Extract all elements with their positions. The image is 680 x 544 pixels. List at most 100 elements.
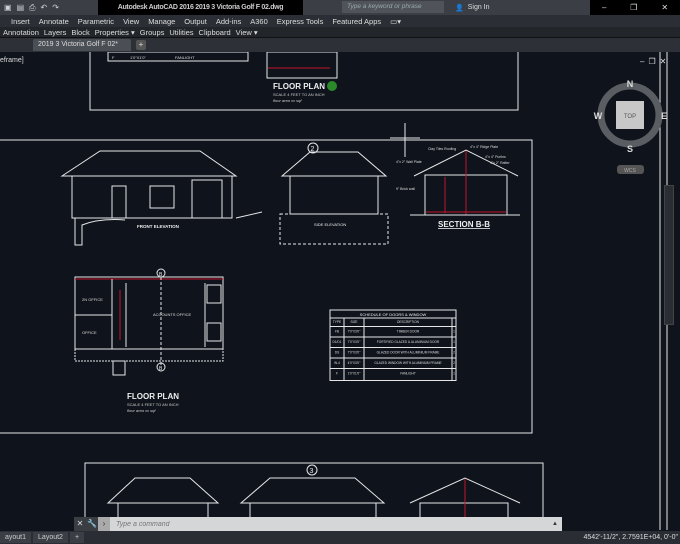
schedule-cell: W-4 [334, 361, 340, 365]
tab-view[interactable]: View [123, 17, 139, 26]
panel-block[interactable]: Block [71, 28, 89, 37]
viewport-label[interactable]: eframe] [0, 57, 24, 64]
new-icon[interactable]: ▣ [4, 3, 12, 13]
drawing-canvas[interactable]: F 1'0"X1'0" FANLIGHT FLOOR PLAN SCALE 4 … [0, 52, 680, 530]
svg-text:Clay Tiles Roofing: Clay Tiles Roofing [428, 147, 456, 151]
tab-parametric[interactable]: Parametric [78, 17, 114, 26]
tab-add-ins[interactable]: Add-ins [216, 17, 241, 26]
maximize-button[interactable]: ❐ [630, 3, 637, 12]
close-icon[interactable]: ✕ [74, 517, 86, 531]
wrench-icon[interactable]: 🔧 [86, 517, 98, 531]
new-tab-button[interactable]: + [136, 40, 146, 50]
svg-text:4"x 4" Ridge Plate: 4"x 4" Ridge Plate [470, 145, 498, 149]
schedule-cell: 7'0"X3'0" [348, 330, 361, 334]
navigation-bar[interactable] [664, 185, 674, 325]
coordinates-readout: 4542'-11/2", 2.7591E+04, 0'-0" [583, 534, 679, 541]
panel-groups[interactable]: Groups [140, 28, 165, 37]
svg-text:4"x 2" Rafter: 4"x 2" Rafter [490, 161, 510, 165]
schedule-cell: GLAZED DOOR WITH ALUMINIUM FRAME [377, 351, 440, 355]
panel-properties[interactable]: Properties ▾ [95, 28, 135, 37]
floor-plan-scale: SCALE 4 FEET TO AN INCH [127, 402, 179, 407]
schedule-cell: D1/D1 [332, 340, 341, 344]
command-input[interactable] [110, 520, 552, 528]
schedule-cell: FANLIGHT [400, 372, 416, 376]
door-window-schedule: SCHEDULE OF DOORS & WINDOW TYPE SIZE DESCRI… [329, 309, 457, 381]
top-row-size: 1'0"X1'0" [130, 55, 147, 60]
panel-view[interactable]: View ▾ [236, 28, 258, 37]
top-floor-plan-title: FLOOR PLAN [273, 82, 325, 91]
schedule-cell: 1 [453, 372, 455, 376]
restore-button[interactable]: ❐ [648, 57, 655, 66]
room-label: ACCOUNTS OFFICE [153, 312, 192, 317]
room-label: OFFICE [82, 330, 97, 335]
ribbon-tabs: Insert Annotate Parametric View Manage O… [0, 15, 680, 27]
top-row-type: F [112, 55, 115, 60]
user-icon: 👤 [455, 4, 464, 12]
tab-featured-apps[interactable]: Featured Apps [332, 17, 381, 26]
panel-clipboard[interactable]: Clipboard [199, 28, 231, 37]
tab-a360[interactable]: A360 [250, 17, 268, 26]
schedule-cell: 4'0"X3'0" [348, 361, 361, 365]
svg-text:TOP: TOP [624, 114, 636, 120]
panel-layers[interactable]: Layers [44, 28, 67, 37]
close-button[interactable]: ✕ [660, 57, 667, 66]
section-label: SECTION B-B [438, 220, 490, 229]
close-button[interactable]: ✕ [661, 3, 668, 12]
chevron-up-icon[interactable]: ▲ [552, 521, 562, 527]
tab-express-tools[interactable]: Express Tools [277, 17, 324, 26]
command-line: ✕ 🔧 › ▲ [74, 517, 562, 531]
top-floor-area: floor area xx sqf [273, 98, 302, 103]
ribbon-toggle-icon[interactable]: ▭▾ [390, 17, 401, 26]
sheet-border-main [0, 139, 533, 434]
floor-plan-title: FLOOR PLAN [127, 392, 179, 401]
panel-annotation[interactable]: Annotation [3, 28, 39, 37]
ribbon-panels: Annotation Layers Block Properties ▾ Gro… [0, 27, 680, 38]
tab-layout1[interactable]: ayout1 [0, 532, 32, 543]
title-bar: ▣ ▤ ⎙ ↶ ↷ Autodesk AutoCAD 2016 2019 3 Victo… [0, 0, 680, 15]
schedule-header: SIZE [350, 320, 357, 324]
schedule-cell: F [336, 372, 338, 376]
schedule-cell: 1 [453, 340, 455, 344]
tab-annotate[interactable]: Annotate [39, 17, 69, 26]
print-icon[interactable]: ⎙ [29, 3, 35, 13]
floor-plan-walls [74, 276, 224, 350]
schedule-cell: TIMBER DOOR [397, 330, 420, 334]
save-icon[interactable]: ▤ [17, 3, 25, 13]
schedule-cell: FORTIFIED GLAZED & ALUMINIUM DOOR [377, 340, 440, 344]
sign-in-button[interactable]: 👤 Sign In [455, 4, 490, 12]
schedule-cell: 1 [453, 330, 455, 334]
tab-output[interactable]: Output [184, 17, 207, 26]
schedule-header: TYPE [333, 320, 341, 324]
add-layout-button[interactable]: + [69, 532, 85, 543]
tab-insert[interactable]: Insert [11, 17, 30, 26]
svg-text:WCS: WCS [624, 168, 636, 174]
undo-icon[interactable]: ↶ [41, 3, 48, 13]
svg-text:4"x 2" Wall Plate: 4"x 2" Wall Plate [396, 160, 422, 164]
front-elevation-label: FRONT ELEVATION [137, 224, 179, 229]
panel-utilities[interactable]: Utilities [169, 28, 193, 37]
svg-text:W: W [594, 111, 603, 121]
schedule-cell: DS [335, 351, 339, 355]
search-input[interactable]: Type a keyword or phrase [342, 1, 444, 13]
top-plan-outline [266, 52, 338, 79]
file-tab[interactable]: 2019 3 Victoria Golf F 02* [33, 39, 131, 51]
minimize-button[interactable]: – [640, 57, 644, 66]
side-foundation [279, 213, 389, 245]
schedule-cell: 2 [453, 351, 455, 355]
schedule-cell: 1'0"X1'0" [348, 372, 361, 376]
side-elevation-label: SIDE ELEVATION [314, 222, 346, 227]
tab-manage[interactable]: Manage [148, 17, 175, 26]
schedule-cell: 7'0"X3'0" [348, 351, 361, 355]
minimize-button[interactable]: – [602, 3, 606, 12]
svg-text:S: S [627, 144, 633, 154]
quick-access-toolbar: ▣ ▤ ⎙ ↶ ↷ [0, 3, 59, 13]
stairs [112, 360, 126, 376]
viewcube[interactable]: TOP N S E W WCS [590, 75, 675, 180]
status-bar: ayout1 Layout2 + 4542'-11/2", 2.7591E+04… [0, 531, 680, 544]
recent-commands-icon[interactable]: › [98, 517, 110, 531]
room-label: 2N OFFICE [82, 297, 103, 302]
veranda [74, 348, 224, 362]
tab-layout2[interactable]: Layout2 [33, 532, 68, 543]
redo-icon[interactable]: ↷ [52, 3, 59, 13]
schedule-header: DESCRIPTION [397, 320, 419, 324]
